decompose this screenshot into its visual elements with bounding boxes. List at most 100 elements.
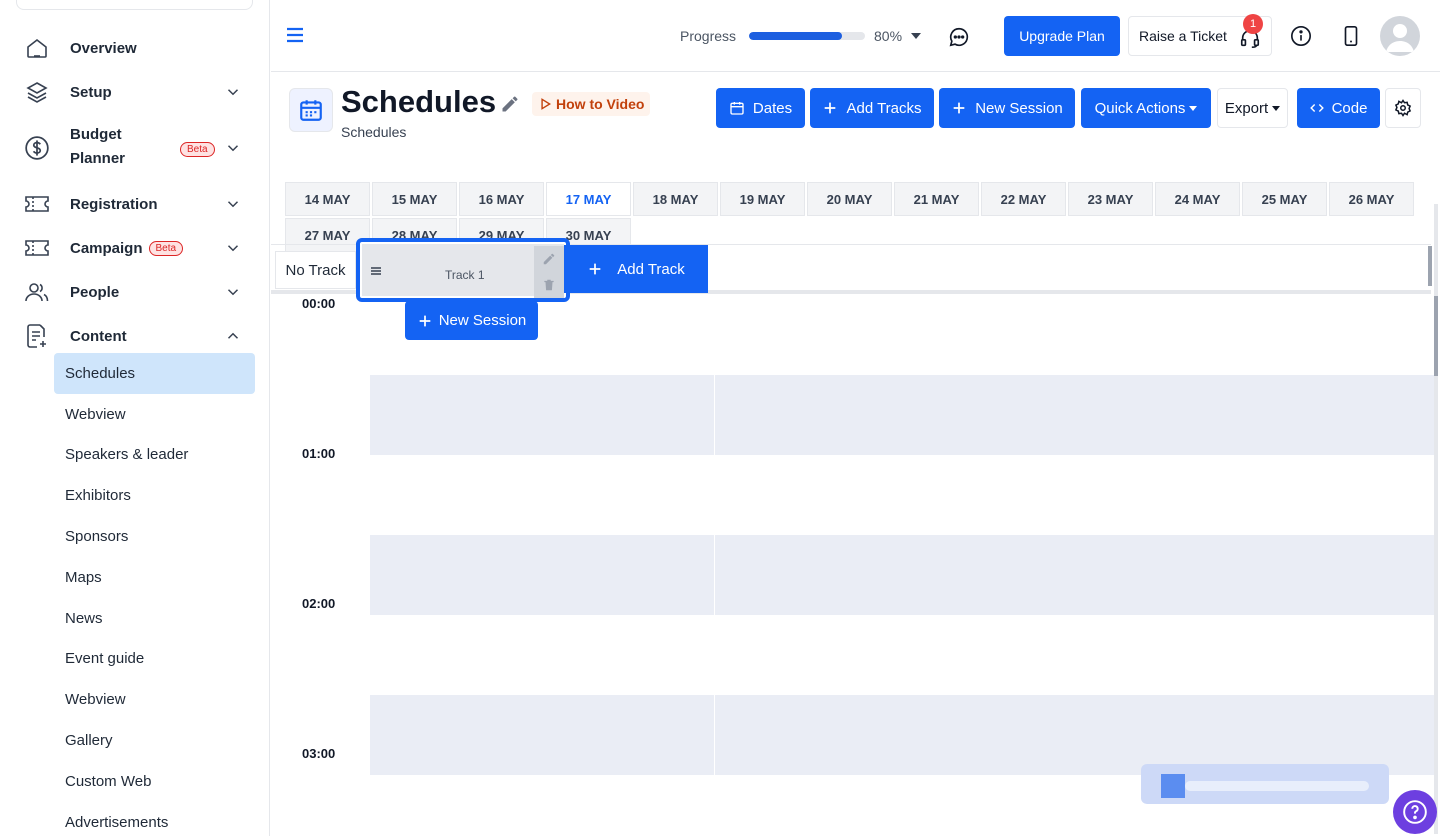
sidebar-item-label: Campaign Beta [70,240,184,257]
sidebar-item-budget-planner[interactable]: Budget Planner Beta [0,124,269,172]
loading-indicator [1141,764,1389,804]
sidebar: Overview Setup Budget Planner Beta Regis… [0,0,270,836]
settings-button[interactable] [1385,88,1421,128]
edit-pencil-icon[interactable] [542,252,556,266]
sidebar-item-setup[interactable]: Setup [0,78,269,106]
date-tab[interactable]: 14 MAY [285,182,370,216]
sidebar-subitem-event-guide[interactable]: Event guide [54,638,255,679]
sidebar-item-label: Planner [70,150,126,167]
date-tab[interactable]: 26 MAY [1329,182,1414,216]
sidebar-item-people[interactable]: People [0,278,269,306]
sidebar-subitem-sponsors[interactable]: Sponsors [54,516,255,557]
date-tab[interactable]: 18 MAY [633,182,718,216]
band-divider [714,535,715,615]
plus-icon [825,102,836,114]
no-track-tab[interactable]: No Track [275,251,356,289]
sidebar-item-registration[interactable]: Registration [0,190,269,218]
add-tracks-label: Add Tracks [846,99,922,117]
new-session-inline-button[interactable]: New Session [405,301,538,340]
loading-bar [1185,781,1369,791]
sidebar-item-label: Setup [70,83,112,101]
progress-label: Progress [680,28,737,44]
chevron-down-icon [227,145,239,152]
topbar: Progress 80% Upgrade Plan Raise a Ticket… [271,0,1440,72]
sidebar-item-campaign[interactable]: Campaign Beta [0,234,269,262]
ticket-icon [24,191,50,217]
date-tab[interactable]: 15 MAY [372,182,457,216]
sidebar-search[interactable] [16,0,253,10]
new-session-inline-label: New Session [438,312,527,329]
hamburger-menu-icon[interactable] [286,26,304,44]
drag-handle-icon[interactable] [370,265,382,277]
chat-icon[interactable] [948,26,970,48]
export-dropdown[interactable]: Export [1217,88,1288,128]
sidebar-item-overview[interactable]: Overview [0,34,269,62]
help-button[interactable] [1393,790,1437,834]
code-label: Code [1331,99,1368,117]
sidebar-item-label: Overview [70,39,137,57]
dates-button[interactable]: Dates [716,88,805,128]
export-label: Export [1224,99,1269,117]
date-tab[interactable]: 21 MAY [894,182,979,216]
calendar-page-icon [289,88,333,132]
chevron-up-icon [227,332,239,339]
sidebar-subitem-custom-web[interactable]: Custom Web [54,761,255,802]
caret-down-icon [1272,105,1281,111]
quick-actions-label: Quick Actions [1094,99,1186,117]
mobile-phone-icon[interactable] [1340,25,1362,47]
page-title: Schedules [341,84,497,119]
sidebar-item-label: Content [70,327,127,345]
date-tab[interactable]: 16 MAY [459,182,544,216]
sidebar-subitem-webview[interactable]: Webview [54,394,255,435]
date-tab[interactable]: 25 MAY [1242,182,1327,216]
code-button[interactable]: Code [1297,88,1380,128]
sidebar-item-label: Registration [70,195,158,213]
scrollbar-thumb[interactable] [1434,296,1438,376]
date-tab[interactable]: 19 MAY [720,182,805,216]
sidebar-subitem-maps[interactable]: Maps [54,557,255,598]
upgrade-plan-button[interactable]: Upgrade Plan [1004,16,1120,56]
progress-value: 80% [874,28,903,44]
date-tab[interactable]: 23 MAY [1068,182,1153,216]
plus-icon [953,102,965,114]
sidebar-subitem-advertisements[interactable]: Advertisements [54,802,255,836]
chevron-down-icon [227,245,239,252]
beta-badge: Beta [180,142,215,157]
horizontal-scroll-thumb[interactable] [1428,246,1432,286]
sidebar-subitem-news[interactable]: News [54,598,255,639]
dollar-icon [24,135,50,161]
info-icon[interactable] [1290,25,1312,47]
add-tracks-button[interactable]: Add Tracks [810,88,934,128]
sidebar-subitem-speakers[interactable]: Speakers & leader [54,434,255,475]
trash-icon[interactable] [542,278,556,292]
sidebar-subitem-webview-2[interactable]: Webview [54,679,255,720]
gear-icon [1394,99,1412,117]
sidebar-subitem-schedules[interactable]: Schedules [54,353,255,394]
chevron-down-icon [227,89,239,96]
date-tab[interactable]: 22 MAY [981,182,1066,216]
avatar[interactable] [1380,16,1420,56]
track-card-body: Track 1 [362,244,564,298]
progress-dropdown-caret[interactable] [911,33,921,39]
progress-fill [749,32,842,40]
edit-pencil-icon[interactable] [500,94,520,114]
sidebar-subitem-exhibitors[interactable]: Exhibitors [54,475,255,516]
sidebar-subitem-gallery[interactable]: Gallery [54,720,255,761]
band-divider [714,375,715,455]
sidebar-item-content[interactable]: Content [0,322,269,350]
caret-down-icon [1189,105,1198,111]
add-track-button[interactable]: Add Track [564,245,708,293]
new-session-button[interactable]: New Session [939,88,1075,128]
track-card[interactable]: Track 1 [356,238,570,302]
home-icon [24,35,50,61]
sidebar-item-label: People [70,283,120,301]
time-label: 00:00 [302,296,336,311]
date-tab[interactable]: 24 MAY [1155,182,1240,216]
layers-icon [24,79,50,105]
date-tab[interactable]: 17 MAY [546,182,631,216]
date-tab[interactable]: 20 MAY [807,182,892,216]
time-slot-band [370,535,1436,615]
play-icon [541,98,552,110]
how-to-video-link[interactable]: How to Video [532,92,651,116]
quick-actions-dropdown[interactable]: Quick Actions [1081,88,1211,128]
